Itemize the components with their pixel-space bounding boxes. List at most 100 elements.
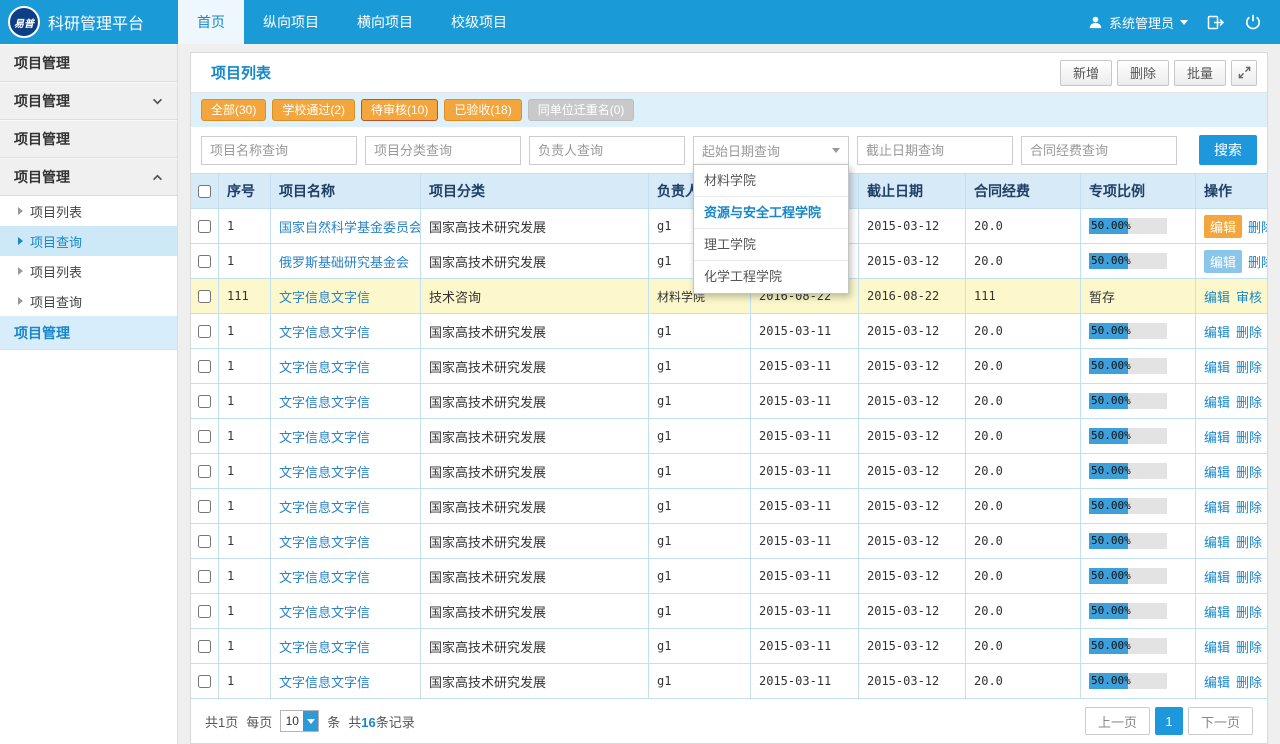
contract-fund-input[interactable]	[1021, 136, 1177, 165]
project-name-link[interactable]: 文字信息文字信	[279, 322, 370, 341]
row-checkbox[interactable]	[198, 255, 211, 268]
delete-button[interactable]: 删除	[1117, 60, 1169, 86]
sidebar-group-project-manage-4[interactable]: 项目管理	[0, 158, 177, 196]
dropdown-option[interactable]: 理工学院	[694, 229, 848, 261]
delete-link[interactable]: 删除	[1236, 532, 1262, 551]
row-checkbox[interactable]	[198, 675, 211, 688]
edit-link[interactable]: 编辑	[1204, 637, 1230, 656]
delete-link[interactable]: 删除	[1236, 497, 1262, 516]
project-name-input[interactable]	[201, 136, 357, 165]
row-checkbox[interactable]	[198, 360, 211, 373]
delete-link[interactable]: 删除	[1236, 357, 1262, 376]
project-name-link[interactable]: 文字信息文字信	[279, 497, 370, 516]
delete-link[interactable]: 删除	[1236, 602, 1262, 621]
expand-button[interactable]	[1231, 60, 1257, 86]
row-checkbox[interactable]	[198, 325, 211, 338]
project-name-link[interactable]: 国家自然科学基金委员会	[279, 217, 421, 236]
edit-link[interactable]: 编辑	[1204, 497, 1230, 516]
edit-link[interactable]: 编辑	[1204, 250, 1242, 273]
end-date-input[interactable]	[857, 136, 1013, 165]
project-name-link[interactable]: 文字信息文字信	[279, 287, 370, 306]
logout-icon[interactable]	[1204, 11, 1226, 33]
prev-page-button[interactable]: 上一页	[1085, 707, 1150, 735]
row-checkbox[interactable]	[198, 395, 211, 408]
sidebar-item-project-list-2[interactable]: 项目列表	[0, 256, 177, 286]
edit-link[interactable]: 编辑	[1204, 287, 1230, 306]
delete-link[interactable]: 删除	[1248, 217, 1267, 236]
row-checkbox[interactable]	[198, 220, 211, 233]
delete-link[interactable]: 删除	[1236, 392, 1262, 411]
edit-link[interactable]: 编辑	[1204, 532, 1230, 551]
project-category-input[interactable]	[365, 136, 521, 165]
delete-link[interactable]: 删除	[1236, 462, 1262, 481]
sidebar-group-project-manage-1[interactable]: 项目管理	[0, 44, 177, 82]
sidebar-item-project-manage-active[interactable]: 项目管理	[0, 316, 177, 350]
row-checkbox[interactable]	[198, 535, 211, 548]
delete-link[interactable]: 删除	[1236, 672, 1262, 691]
project-name-link[interactable]: 文字信息文字信	[279, 462, 370, 481]
project-name-link[interactable]: 文字信息文字信	[279, 637, 370, 656]
sidebar-item-project-list-1[interactable]: 项目列表	[0, 196, 177, 226]
edit-link[interactable]: 编辑	[1204, 392, 1230, 411]
delete-link[interactable]: 删除	[1236, 427, 1262, 446]
row-checkbox[interactable]	[198, 640, 211, 653]
current-page-button[interactable]: 1	[1155, 707, 1183, 735]
project-name-link[interactable]: 文字信息文字信	[279, 357, 370, 376]
dropdown-option[interactable]: 资源与安全工程学院	[694, 197, 848, 229]
dropdown-option[interactable]: 化学工程学院	[694, 261, 848, 293]
dropdown-option[interactable]: 材料学院	[694, 165, 848, 197]
filter-tab-school-passed[interactable]: 学校通过(2)	[272, 99, 355, 121]
sidebar-group-project-manage-2[interactable]: 项目管理	[0, 82, 177, 120]
project-name-link[interactable]: 文字信息文字信	[279, 392, 370, 411]
delete-link[interactable]: 删除	[1236, 322, 1262, 341]
project-name-link[interactable]: 文字信息文字信	[279, 427, 370, 446]
project-name-link[interactable]: 文字信息文字信	[279, 602, 370, 621]
project-name-link[interactable]: 文字信息文字信	[279, 532, 370, 551]
sidebar-group-project-manage-3[interactable]: 项目管理	[0, 120, 177, 158]
power-icon[interactable]	[1242, 11, 1264, 33]
row-checkbox[interactable]	[198, 465, 211, 478]
next-page-button[interactable]: 下一页	[1188, 707, 1253, 735]
filter-tab-accepted[interactable]: 已验收(18)	[444, 99, 521, 121]
nav-tab-horizontal-projects[interactable]: 横向项目	[338, 0, 432, 44]
select-caret-icon	[832, 148, 840, 153]
edit-link[interactable]: 编辑	[1204, 672, 1230, 691]
delete-link[interactable]: 审核	[1236, 287, 1262, 306]
nav-tab-school-projects[interactable]: 校级项目	[432, 0, 526, 44]
nav-tab-home[interactable]: 首页	[178, 0, 244, 44]
delete-link[interactable]: 删除	[1236, 567, 1262, 586]
edit-link[interactable]: 编辑	[1204, 602, 1230, 621]
user-menu[interactable]: 系统管理员	[1088, 13, 1188, 32]
edit-link[interactable]: 编辑	[1204, 462, 1230, 481]
select-all-checkbox[interactable]	[198, 185, 211, 198]
sidebar-item-project-query-1[interactable]: 项目查询	[0, 226, 177, 256]
delete-link[interactable]: 删除	[1236, 637, 1262, 656]
start-date-select[interactable]: 起始日期查询	[693, 136, 849, 165]
project-name-link[interactable]: 俄罗斯基础研究基金会	[279, 252, 409, 271]
filter-tab-pending-review[interactable]: 待审核(10)	[361, 99, 438, 121]
row-checkbox[interactable]	[198, 605, 211, 618]
row-checkbox[interactable]	[198, 290, 211, 303]
search-button[interactable]: 搜索	[1199, 135, 1257, 165]
edit-link[interactable]: 编辑	[1204, 215, 1242, 238]
edit-link[interactable]: 编辑	[1204, 322, 1230, 341]
batch-button[interactable]: 批量	[1174, 60, 1226, 86]
nav-tab-vertical-projects[interactable]: 纵向项目	[244, 0, 338, 44]
row-checkbox[interactable]	[198, 500, 211, 513]
row-checkbox[interactable]	[198, 430, 211, 443]
edit-link[interactable]: 编辑	[1204, 567, 1230, 586]
project-name-link[interactable]: 文字信息文字信	[279, 567, 370, 586]
leader-input[interactable]	[529, 136, 685, 165]
project-list-panel: 项目列表 新增 删除 批量 全部(30) 学校通过(2) 待审核(10) 已验收…	[190, 52, 1268, 744]
cell-seq: 1	[219, 489, 271, 523]
filter-tab-all[interactable]: 全部(30)	[201, 99, 266, 121]
filter-tab-same-unit-duplicate[interactable]: 同单位迁重名(0)	[528, 99, 635, 121]
row-checkbox[interactable]	[198, 570, 211, 583]
edit-link[interactable]: 编辑	[1204, 357, 1230, 376]
delete-link[interactable]: 删除	[1248, 252, 1267, 271]
per-page-select[interactable]: 10	[280, 710, 319, 732]
edit-link[interactable]: 编辑	[1204, 427, 1230, 446]
add-button[interactable]: 新增	[1060, 60, 1112, 86]
sidebar-item-project-query-2[interactable]: 项目查询	[0, 286, 177, 316]
project-name-link[interactable]: 文字信息文字信	[279, 672, 370, 691]
